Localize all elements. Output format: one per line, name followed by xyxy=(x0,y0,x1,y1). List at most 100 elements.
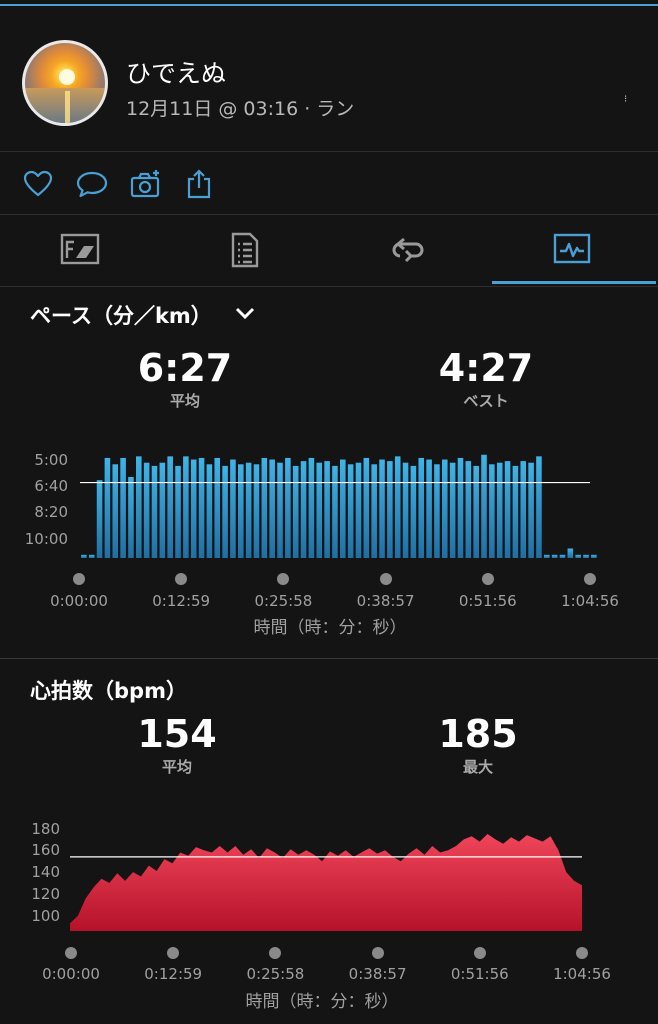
pace-bar xyxy=(245,462,252,558)
pace-bar xyxy=(183,456,189,558)
pace-bar xyxy=(300,461,307,558)
pace-bar xyxy=(316,462,323,558)
pace-bar xyxy=(292,465,299,558)
pace-bar xyxy=(143,462,150,558)
pace-bar xyxy=(261,457,268,558)
pace-bar xyxy=(473,465,479,558)
pace-bar xyxy=(167,456,173,558)
x-tick-dot[interactable] xyxy=(65,947,77,959)
hr-avg-label: 平均 xyxy=(161,758,192,776)
pace-bar xyxy=(544,554,550,558)
x-tick-dot[interactable] xyxy=(481,573,494,585)
divider xyxy=(0,658,658,659)
pace-bar xyxy=(426,459,432,558)
x-tick-label: 0:38:57 xyxy=(356,592,415,610)
pace-bar xyxy=(332,465,338,558)
x-tick-dot[interactable] xyxy=(371,947,384,959)
pace-bar xyxy=(222,465,228,558)
pace-x-axis-title: 時間（時：分：秒） xyxy=(253,618,407,638)
y-tick-label: 120 xyxy=(31,884,60,903)
pace-bar xyxy=(489,464,495,558)
pace-bar xyxy=(457,457,464,558)
pace-bar xyxy=(575,554,581,558)
pace-bar xyxy=(190,459,197,558)
pace-bar xyxy=(504,461,511,558)
pace-bar xyxy=(481,454,487,558)
pace-bar xyxy=(214,457,221,558)
hr-x-axis-title: 時間（時：分：秒） xyxy=(245,992,399,1012)
x-tick-label: 1:04:56 xyxy=(561,592,619,610)
pace-bar xyxy=(238,464,244,558)
x-tick-dot[interactable] xyxy=(473,947,486,959)
pace-bar xyxy=(128,477,134,558)
x-tick-label: 1:04:56 xyxy=(553,965,611,983)
x-tick-dot[interactable] xyxy=(576,947,588,959)
pace-bar xyxy=(583,554,589,558)
pace-bar xyxy=(418,457,425,558)
pace-chart xyxy=(70,454,597,931)
hr-title: 心拍数（bpm） xyxy=(30,679,187,703)
x-tick-dot[interactable] xyxy=(379,573,392,585)
pace-bar xyxy=(567,548,574,558)
pace-bar xyxy=(410,465,417,558)
x-tick-dot[interactable] xyxy=(584,573,596,585)
pace-bar xyxy=(559,554,566,558)
pace-bar xyxy=(340,459,346,558)
pace-bar xyxy=(465,461,472,558)
pace-bar xyxy=(112,464,119,558)
pace-bar xyxy=(269,459,275,558)
x-tick-label: 0:12:59 xyxy=(152,592,211,610)
pace-bar xyxy=(96,480,103,558)
hr-avg-value: 154 xyxy=(137,712,217,756)
pace-bar xyxy=(520,461,527,558)
pace-bar xyxy=(371,464,377,558)
x-tick-label: 0:25:58 xyxy=(246,965,305,983)
pace-bar xyxy=(528,462,534,558)
pace-bar xyxy=(496,462,503,558)
pace-bar xyxy=(449,462,456,558)
pace-bar xyxy=(81,554,87,558)
x-tick-label: 0:00:00 xyxy=(50,592,108,610)
pace-bar xyxy=(363,457,370,558)
pace-bar xyxy=(402,462,409,558)
pace-bar xyxy=(136,456,142,558)
pace-bar xyxy=(159,462,166,558)
pace-bar xyxy=(253,464,260,558)
pace-bar xyxy=(512,465,519,558)
pace-bar xyxy=(355,462,362,558)
pace-bar xyxy=(175,465,181,558)
x-tick-label: 0:12:59 xyxy=(144,965,203,983)
pace-bar xyxy=(151,465,158,558)
pace-bar xyxy=(434,464,440,558)
pace-bar xyxy=(379,459,385,558)
y-tick-label: 160 xyxy=(31,841,60,860)
x-tick-label: 0:51:56 xyxy=(458,592,517,610)
pace-bar xyxy=(394,456,401,558)
pace-bar xyxy=(230,459,236,558)
pace-bar xyxy=(347,464,354,558)
pace-bar xyxy=(308,457,315,558)
y-tick-label: 180 xyxy=(31,819,60,838)
hr-area xyxy=(70,834,582,931)
pace-bar xyxy=(88,554,95,558)
pace-bar xyxy=(442,459,448,558)
pace-bar xyxy=(324,461,330,558)
pace-bar xyxy=(206,464,213,558)
pace-bar xyxy=(536,456,542,558)
x-tick-label: 0:51:56 xyxy=(450,965,509,983)
pace-bar xyxy=(104,457,111,558)
pace-bar xyxy=(277,462,283,558)
pace-bar xyxy=(285,457,291,558)
pace-bar xyxy=(198,457,205,558)
pace-bar xyxy=(120,457,126,558)
pace-bar xyxy=(387,461,393,558)
x-tick-label: 0:38:57 xyxy=(348,965,407,983)
y-tick-label: 140 xyxy=(31,863,60,882)
x-tick-label: 0:25:58 xyxy=(254,592,313,610)
hr-max-label: 最大 xyxy=(462,758,493,776)
y-tick-label: 100 xyxy=(31,906,60,925)
pace-bar xyxy=(551,554,558,558)
x-tick-dot[interactable] xyxy=(73,573,85,585)
pace-bar xyxy=(591,554,597,558)
hr-max-value: 185 xyxy=(438,712,518,756)
